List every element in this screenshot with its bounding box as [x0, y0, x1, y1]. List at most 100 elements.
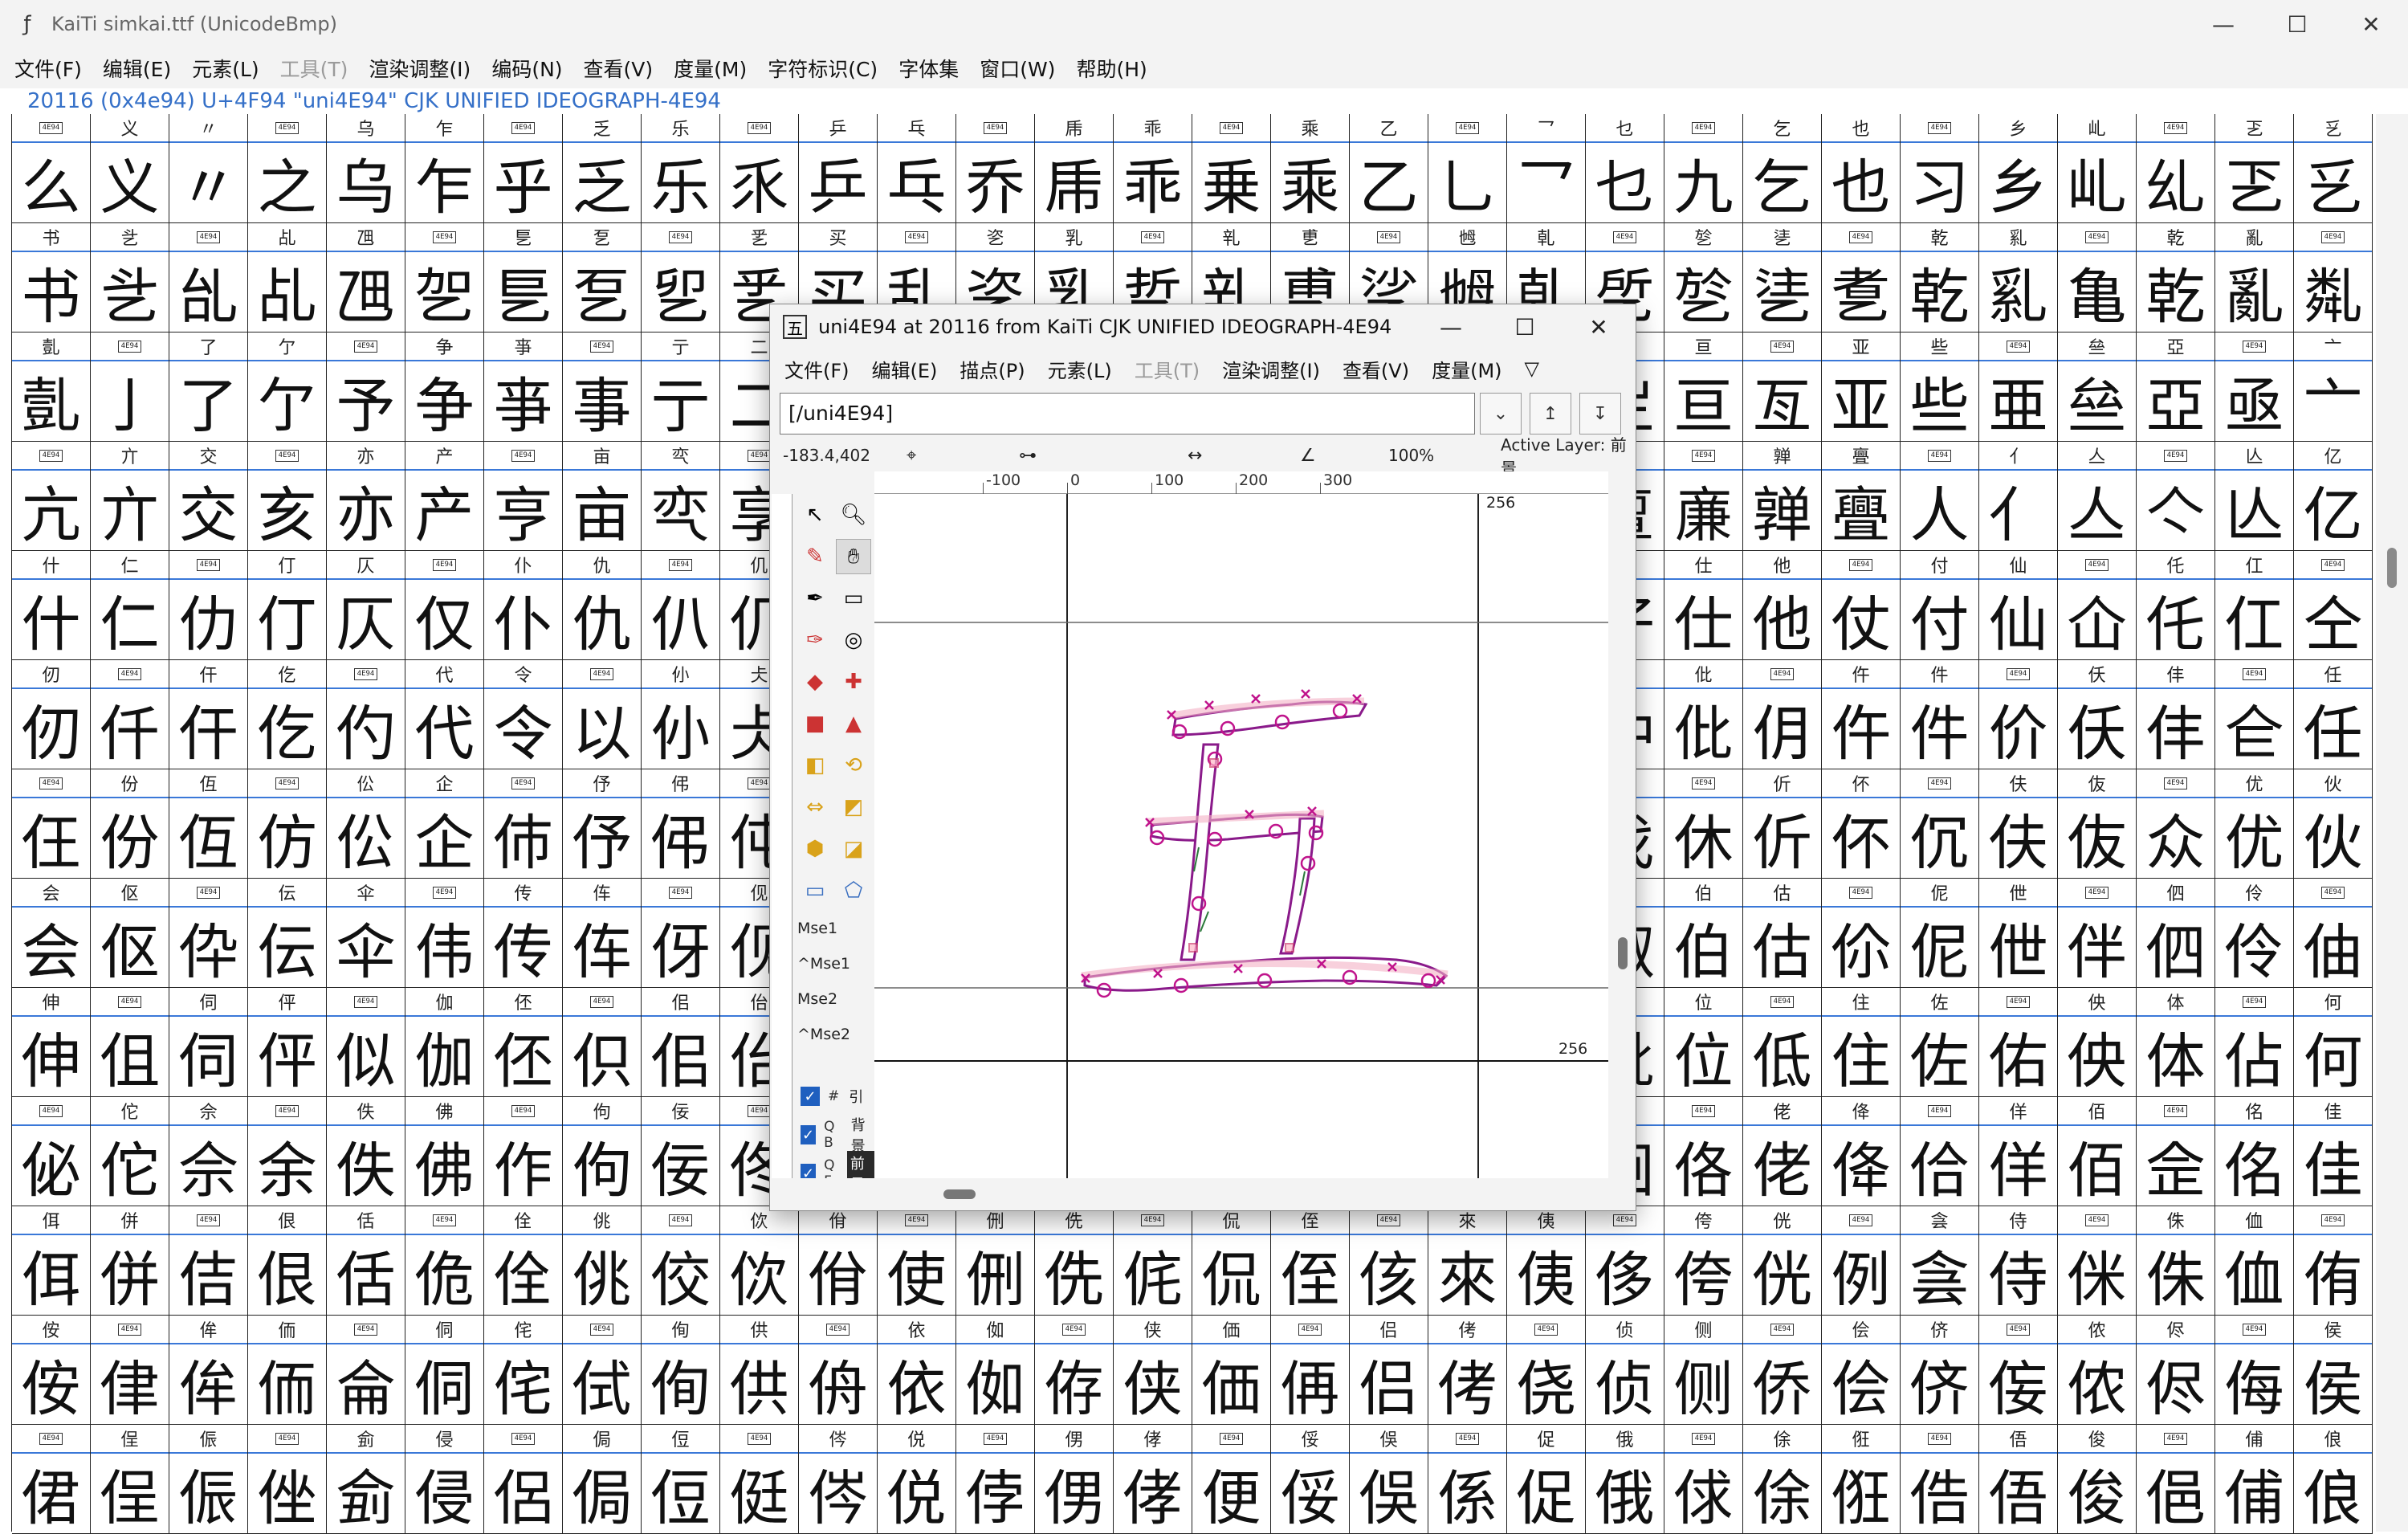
glyph-cell[interactable]: 侞侞: [956, 1316, 1035, 1425]
glyph-cell[interactable]: 乞乞: [1743, 114, 1822, 223]
glyph-cell[interactable]: 侽侽: [1035, 1425, 1114, 1534]
glyph-cell[interactable]: 乭乭: [563, 223, 642, 333]
glyph-cell[interactable]: 亂亂: [2215, 223, 2294, 333]
glyph-cell[interactable]: 4E94 亢: [12, 442, 91, 551]
glyph-cell[interactable]: 4E94 侶: [484, 1425, 563, 1534]
glyph-cell[interactable]: 义义: [91, 114, 169, 223]
glyph-cell[interactable]: 乪乪: [327, 223, 405, 333]
glyph-cell[interactable]: 佴佴: [12, 1206, 91, 1316]
glyph-cell[interactable]: 他他: [1743, 551, 1822, 660]
menu-item[interactable]: 字体集: [898, 54, 959, 83]
close-button[interactable]: ✕: [2334, 0, 2408, 48]
glyph-cell[interactable]: 亍亍: [642, 333, 720, 442]
glyph-cell[interactable]: 佘佘: [169, 1097, 248, 1206]
editor-horizontal-scrollbar[interactable]: [770, 1178, 1610, 1210]
editor-minimize-button[interactable]: —: [1414, 304, 1488, 349]
glyph-cell[interactable]: 4E94 价: [1979, 660, 2058, 769]
glyph-cell[interactable]: 佺佺: [484, 1206, 563, 1316]
pointer-tool-icon[interactable]: ↖: [797, 497, 833, 532]
glyph-cell[interactable]: 4E94 习: [1901, 114, 1979, 223]
glyph-cell[interactable]: 4E94 侑: [2294, 1206, 2373, 1316]
glyph-cell[interactable]: 伻伻: [248, 988, 327, 1097]
minimize-button[interactable]: —: [2186, 0, 2260, 48]
rotate-tool-icon[interactable]: ⟲: [836, 748, 871, 783]
glyph-cell[interactable]: 4E94 係: [1428, 1425, 1507, 1534]
corner-point-tool-icon[interactable]: ■: [797, 706, 833, 741]
glyph-cell[interactable]: 侸侸: [642, 1425, 720, 1534]
glyph-cell[interactable]: 4E94 侰: [12, 1425, 91, 1534]
glyph-cell[interactable]: 侱侱: [91, 1425, 169, 1534]
glyph-cell[interactable]: 什什: [12, 551, 91, 660]
glyph-cell[interactable]: 份份: [91, 769, 169, 879]
glyph-cell[interactable]: 佲佲: [2215, 1097, 2294, 1206]
glyph-cell[interactable]: 佽佽: [720, 1206, 799, 1316]
layer-row[interactable]: ✓ Q B 背景: [794, 1117, 874, 1155]
glyph-cell[interactable]: 伶伶: [2215, 879, 2294, 988]
editor-close-button[interactable]: ✕: [1562, 304, 1636, 349]
glyph-cell[interactable]: 侣侣: [1350, 1316, 1428, 1425]
glyph-cell[interactable]: 了了: [169, 333, 248, 442]
glyph-cell[interactable]: 乻乻: [1664, 223, 1743, 333]
glyph-cell[interactable]: 4E94 佑: [1979, 988, 2058, 1097]
glyph-cell[interactable]: 乜乜: [1586, 114, 1664, 223]
glyph-cell[interactable]: 供供: [720, 1316, 799, 1425]
knife-tool-icon[interactable]: ✒: [797, 581, 833, 616]
glyph-cell[interactable]: 任任: [2294, 660, 2373, 769]
glyph-cell[interactable]: 侘侘: [484, 1316, 563, 1425]
glyph-cell[interactable]: 伵伵: [2137, 879, 2215, 988]
glyph-cell[interactable]: 4E94 伢: [642, 879, 720, 988]
glyph-cell[interactable]: 侏侏: [2137, 1206, 2215, 1316]
glyph-cell[interactable]: 仡仡: [248, 660, 327, 769]
glyph-cell[interactable]: 4E94 众: [2137, 769, 2215, 879]
glyph-cell[interactable]: 乖乖: [1114, 114, 1192, 223]
glyph-cell[interactable]: 乡乡: [1979, 114, 2058, 223]
glyph-cell[interactable]: 俀俀: [1271, 1425, 1350, 1534]
glyph-cell[interactable]: 亊亊: [484, 333, 563, 442]
glyph-cell[interactable]: 4E94 亙: [1743, 333, 1822, 442]
glyph-cell[interactable]: 伝伝: [248, 879, 327, 988]
glyph-cell[interactable]: 4E94 佮: [1901, 1097, 1979, 1206]
glyph-cell[interactable]: 伕伕: [1979, 769, 2058, 879]
glyph-cell[interactable]: 伀伀: [327, 769, 405, 879]
glyph-cell[interactable]: 4E94 么: [12, 114, 91, 223]
glyph-cell[interactable]: 侄侄: [1271, 1206, 1350, 1316]
glyph-cell[interactable]: 4E94 仚: [2058, 551, 2137, 660]
glyph-cell[interactable]: 住住: [1822, 988, 1901, 1097]
glyph-cell[interactable]: 侻侻: [878, 1425, 956, 1534]
glyph-cell[interactable]: 乓乓: [878, 114, 956, 223]
glyph-cell[interactable]: 4E94 伱: [1822, 879, 1901, 988]
menu-item[interactable]: 查看(V): [584, 54, 654, 83]
glyph-cell[interactable]: 亿亿: [2294, 442, 2373, 551]
glyph-cell[interactable]: 佒佒: [2058, 988, 2137, 1097]
glyph-cell[interactable]: 伖伖: [2058, 769, 2137, 879]
menu-item[interactable]: 元素(L): [192, 54, 259, 83]
glyph-cell[interactable]: 4E94 乽: [1822, 223, 1901, 333]
glyph-cell[interactable]: 佯佯: [1979, 1097, 2058, 1206]
glyph-cell[interactable]: 伺伺: [169, 988, 248, 1097]
glyph-cell[interactable]: 企企: [405, 769, 484, 879]
glyph-cell[interactable]: 仸仸: [2058, 660, 2137, 769]
glyph-cell[interactable]: 4E94 仴: [1743, 660, 1822, 769]
glyph-cell[interactable]: 4E94 侎: [2058, 1206, 2137, 1316]
pen-tool-icon[interactable]: ✑: [797, 622, 833, 658]
glyph-cell[interactable]: 侺侺: [799, 1425, 878, 1534]
glyph-cell[interactable]: 佛佛: [405, 1097, 484, 1206]
glyph-cell[interactable]: 4E94 仺: [2215, 660, 2294, 769]
glyph-cell[interactable]: 亘亘: [1664, 333, 1743, 442]
glyph-cell[interactable]: 乛乛: [1507, 114, 1586, 223]
glyph-cell[interactable]: 4E94 侓: [91, 1316, 169, 1425]
glyph-cell[interactable]: 侐侐: [2215, 1206, 2294, 1316]
glyph-cell[interactable]: 仹仹: [2137, 660, 2215, 769]
glyph-cell[interactable]: 佬佬: [1743, 1097, 1822, 1206]
scroll-hand-tool-icon[interactable]: ✋︎: [836, 539, 871, 574]
glyph-cell[interactable]: 俌俌: [2215, 1425, 2294, 1534]
glyph-cell[interactable]: 依依: [878, 1316, 956, 1425]
glyph-cell[interactable]: 乥乥: [2294, 114, 2373, 223]
glyph-cell[interactable]: 亄亄: [12, 333, 91, 442]
glyph-cell[interactable]: 乍乍: [405, 114, 484, 223]
glyph-cell[interactable]: 伽伽: [405, 988, 484, 1097]
glyph-cell[interactable]: 4E94 九: [1664, 114, 1743, 223]
main-scroll-thumb[interactable]: [2387, 548, 2397, 588]
glyph-cell[interactable]: 佾佾: [799, 1206, 878, 1316]
glyph-cell[interactable]: 4E94 亥: [248, 442, 327, 551]
